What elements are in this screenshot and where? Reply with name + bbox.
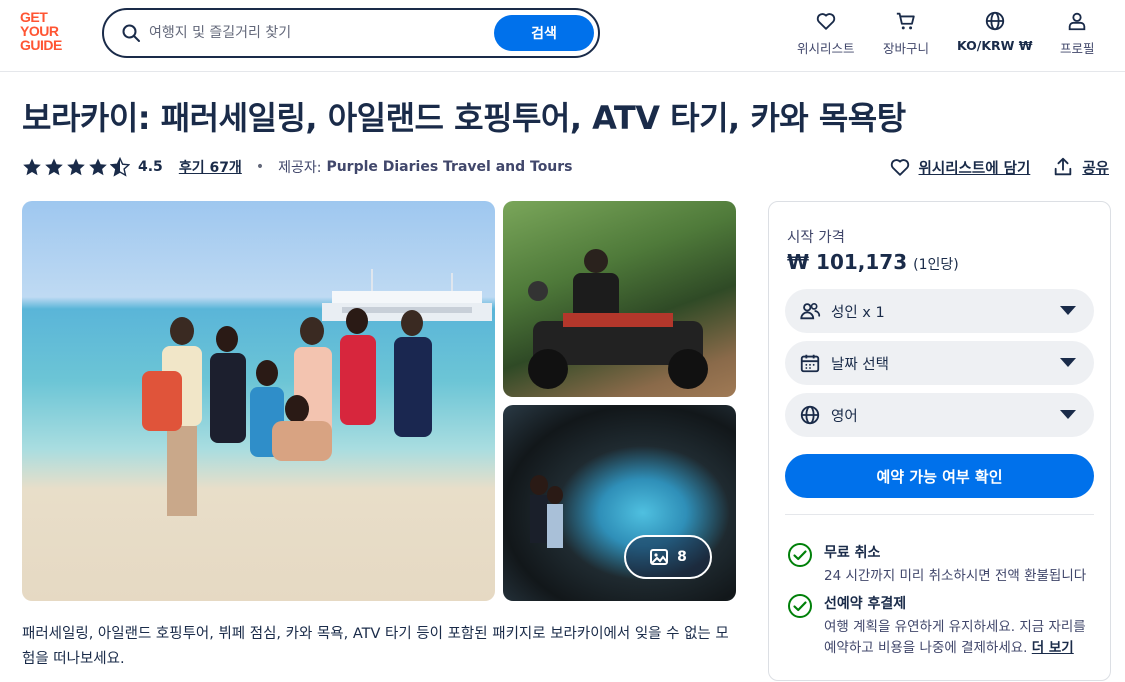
calendar-icon — [800, 354, 820, 373]
participants-icon — [800, 303, 821, 320]
photo-count: 8 — [677, 549, 687, 565]
activity-actions: 위시리스트에 담기 공유 — [867, 156, 1109, 178]
search-bar: 검색 — [102, 8, 600, 58]
provider-label: 제공자: — [278, 160, 322, 176]
booking-card: 시작 가격 ₩ 101,173 (1인당) 성인 x 1 날짜 선택 영어 예약… — [768, 201, 1111, 681]
logo-line-3: GUIDE — [20, 37, 62, 53]
chevron-down-icon — [1060, 306, 1076, 315]
activity-title: 보라카이: 패러세일링, 아일랜드 호핑투어, ATV 타기, 카와 목욕탕 — [22, 99, 906, 137]
star-full-icon — [89, 158, 107, 176]
chevron-down-icon — [1060, 358, 1076, 367]
search-icon — [122, 24, 140, 42]
participants-value: 성인 x 1 — [831, 304, 885, 321]
nav-wishlist-label: 위시리스트 — [797, 41, 855, 56]
share-icon — [1055, 157, 1072, 176]
feature-desc: 여행 계획을 유연하게 유지하세요. 지금 자리를 예약하고 비용을 나중에 결… — [824, 617, 1096, 659]
language-select[interactable]: 영어 — [785, 393, 1094, 437]
feature-title: 무료 취소 — [824, 545, 881, 561]
nav-locale[interactable]: KO/KRW ₩ — [957, 10, 1033, 53]
search-button[interactable]: 검색 — [494, 15, 594, 51]
checkmark-circle-icon — [788, 543, 812, 567]
star-full-icon — [45, 158, 63, 176]
price-from-label: 시작 가격 — [787, 230, 845, 246]
globe-icon — [985, 11, 1004, 31]
image-icon — [650, 549, 669, 565]
provider-name[interactable]: Purple Diaries Travel and Tours — [326, 159, 572, 175]
star-full-icon — [67, 158, 85, 176]
top-header: GET YOUR GUIDE 검색 위시리스트 장바구니 KO/KRW ₩ 프로… — [0, 0, 1125, 72]
share-label: 공유 — [1082, 160, 1109, 177]
nav-profile-label: 프로필 — [1060, 41, 1095, 56]
getyourguide-logo[interactable]: GET YOUR GUIDE — [20, 10, 80, 52]
free-cancellation-feature: 무료 취소 24 시간까지 미리 취소하시면 전액 환불됩니다 — [787, 542, 1097, 588]
date-value: 날짜 선택 — [831, 356, 889, 373]
reserve-now-pay-later-feature: 선예약 후결제 여행 계획을 유연하게 유지하세요. 지금 자리를 예약하고 비… — [787, 593, 1097, 673]
feature-title: 선예약 후결제 — [824, 596, 907, 612]
star-half-icon — [110, 157, 130, 177]
profile-icon — [1069, 12, 1086, 31]
nav-profile[interactable]: 프로필 — [1060, 10, 1095, 57]
logo-line-1: GET — [20, 9, 48, 25]
nav-cart-label: 장바구니 — [883, 41, 930, 56]
nav-locale-label: KO/KRW ₩ — [957, 38, 1033, 53]
share-button[interactable]: 공유 — [1052, 156, 1109, 178]
globe-icon — [800, 405, 820, 425]
rating-row: 4.5 후기 67개 • 제공자: Purple Diaries Travel … — [22, 156, 573, 178]
atv-illustration — [528, 249, 708, 389]
checkmark-circle-icon — [788, 594, 812, 618]
participants-select[interactable]: 성인 x 1 — [785, 289, 1094, 333]
price-row: ₩ 101,173 (1인당) — [787, 250, 959, 274]
separator-dot: • — [255, 159, 265, 175]
read-more-link[interactable]: 더 보기 — [1032, 640, 1074, 656]
date-select[interactable]: 날짜 선택 — [785, 341, 1094, 385]
heart-icon — [890, 159, 909, 176]
chevron-down-icon — [1060, 410, 1076, 419]
atv-photo[interactable] — [503, 201, 736, 397]
check-availability-button[interactable]: 예약 가능 여부 확인 — [785, 454, 1094, 498]
activity-description: 패러세일링, 아일랜드 호핑투어, 뷔페 점심, 카와 목욕, ATV 타기 등… — [22, 626, 729, 667]
rating-value: 4.5 — [138, 159, 163, 175]
cart-icon — [896, 12, 915, 30]
price-per-person: (1인당) — [913, 257, 959, 273]
search-input[interactable] — [149, 20, 479, 46]
main-photo[interactable] — [22, 201, 495, 601]
cave-photo[interactable]: 8 — [503, 405, 736, 601]
language-value: 영어 — [831, 408, 858, 425]
heart-icon — [816, 13, 835, 30]
star-full-icon — [23, 158, 41, 176]
card-divider — [785, 514, 1094, 515]
price-value: ₩ 101,173 — [787, 250, 908, 274]
save-to-wishlist-button[interactable]: 위시리스트에 담기 — [889, 156, 1031, 178]
star-rating — [22, 157, 130, 177]
tourists-illustration — [142, 308, 432, 516]
logo-line-2: YOUR — [20, 23, 59, 39]
feature-desc: 24 시간까지 미리 취소하시면 전액 환불됩니다 — [824, 568, 1087, 584]
nav-wishlist[interactable]: 위시리스트 — [797, 10, 855, 57]
save-label: 위시리스트에 담기 — [918, 160, 1031, 177]
nav-cart[interactable]: 장바구니 — [883, 10, 929, 57]
reviews-link[interactable]: 후기 67개 — [179, 157, 242, 177]
photo-gallery-button[interactable]: 8 — [624, 535, 712, 579]
